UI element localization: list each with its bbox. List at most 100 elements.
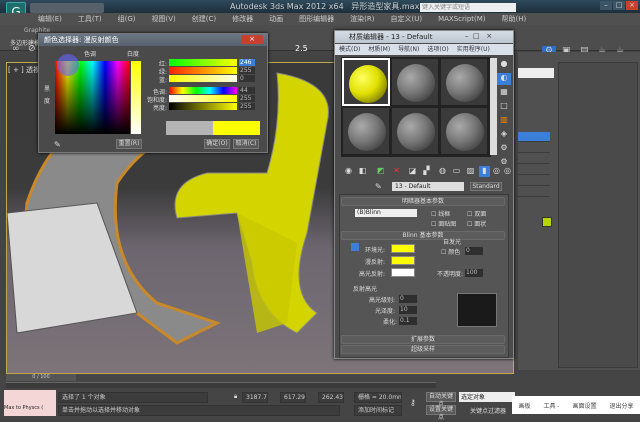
command-item[interactable] bbox=[518, 176, 550, 186]
shader-dropdown[interactable]: (B)Blinn bbox=[355, 209, 417, 217]
backlight-icon[interactable]: ◐ bbox=[497, 73, 511, 85]
blinn-basic-params-rollout[interactable]: Blinn 基本参数 bbox=[341, 231, 505, 240]
hue-slider[interactable] bbox=[169, 87, 237, 94]
soften-spinner[interactable]: 0.1 bbox=[399, 317, 417, 325]
command-item[interactable] bbox=[518, 187, 550, 197]
object-color-swatch[interactable] bbox=[542, 217, 552, 227]
supersampling-rollout[interactable]: 超级采样 bbox=[341, 345, 505, 354]
menu-graph-editors[interactable]: 图形编辑器 bbox=[291, 13, 342, 25]
time-slider[interactable]: 0 / 100 bbox=[6, 374, 76, 381]
sample-uv-tiling-icon[interactable]: □ bbox=[497, 101, 511, 113]
link-icon[interactable]: ∞ bbox=[12, 44, 24, 56]
ok-button[interactable]: 确定(O) bbox=[204, 139, 230, 149]
self-illum-color-checkbox[interactable]: ☐ 颜色 bbox=[441, 247, 460, 256]
auto-key-button[interactable]: 自动关键点 bbox=[426, 392, 456, 408]
tools-button[interactable]: 工具 - bbox=[543, 401, 559, 410]
menu-help[interactable]: 帮助(H) bbox=[494, 13, 535, 25]
opacity-spinner[interactable]: 100 bbox=[465, 269, 483, 277]
menu-material[interactable]: 材质(M) bbox=[364, 44, 394, 55]
menu-utilities[interactable]: 实用程序(U) bbox=[453, 44, 494, 55]
face-map-checkbox[interactable]: ☐ 面贴图 bbox=[431, 219, 456, 228]
close-button[interactable]: × bbox=[626, 1, 638, 10]
lock-selection-icon[interactable]: 🔒︎ bbox=[234, 393, 237, 401]
specular-color-swatch[interactable] bbox=[391, 268, 415, 277]
get-material-icon[interactable]: ◉ bbox=[343, 166, 354, 177]
menu-tools[interactable]: 工具(T) bbox=[70, 13, 110, 25]
command-item[interactable] bbox=[518, 154, 550, 164]
material-name-field[interactable]: 13 - Default bbox=[392, 182, 464, 191]
wire-checkbox[interactable]: ☐ 线框 bbox=[431, 209, 450, 218]
exit-share-button[interactable]: 退出分享 bbox=[610, 401, 634, 410]
command-item[interactable] bbox=[518, 165, 550, 175]
options-icon[interactable]: ⚙ bbox=[497, 143, 511, 155]
make-preview-icon[interactable]: ◈ bbox=[497, 129, 511, 141]
menu-create[interactable]: 创建(C) bbox=[184, 13, 224, 25]
eyedropper-icon[interactable]: ✎ bbox=[54, 140, 61, 149]
z-coordinate[interactable]: 262.437mm bbox=[318, 392, 344, 403]
material-id-icon[interactable]: ▭ bbox=[451, 166, 462, 177]
menu-customize[interactable]: 自定义(U) bbox=[382, 13, 430, 25]
sample-type-icon[interactable]: ● bbox=[497, 59, 511, 71]
set-key-button[interactable]: 设置关键点 bbox=[426, 405, 456, 421]
sample-slot[interactable] bbox=[391, 107, 439, 155]
video-color-check-icon[interactable]: ▥ bbox=[497, 115, 511, 127]
menu-modes[interactable]: 模式(D) bbox=[335, 44, 364, 55]
material-editor-window-buttons[interactable]: – □ × bbox=[465, 32, 492, 40]
show-map-icon[interactable]: ▨ bbox=[465, 166, 476, 177]
snap-toggle-button[interactable]: 2.5 bbox=[295, 44, 308, 56]
key-selection-dropdown[interactable]: 选定对象 bbox=[459, 392, 515, 402]
menu-group[interactable]: 组(G) bbox=[110, 13, 144, 25]
saturation-spinner[interactable]: 255 bbox=[239, 95, 255, 102]
menu-rendering[interactable]: 渲染(R) bbox=[342, 13, 382, 25]
maxscript-listener[interactable]: Max to Physcs ( bbox=[4, 390, 56, 416]
x-coordinate[interactable]: 3187.736m bbox=[242, 392, 268, 403]
material-type-button[interactable]: Standard bbox=[470, 182, 502, 191]
sample-slot-active[interactable] bbox=[342, 58, 390, 106]
sample-slot[interactable] bbox=[440, 58, 488, 106]
background-icon[interactable]: ▦ bbox=[497, 87, 511, 99]
red-slider[interactable] bbox=[169, 59, 237, 66]
command-item[interactable] bbox=[518, 132, 550, 142]
screen-settings-button[interactable]: 画面设置 bbox=[573, 401, 597, 410]
y-coordinate[interactable]: 617.297mm bbox=[280, 392, 306, 403]
saturation-slider[interactable] bbox=[169, 95, 237, 102]
go-forward-sibling-icon[interactable]: ◎ bbox=[502, 166, 513, 177]
menu-modifiers[interactable]: 修改器 bbox=[224, 13, 261, 25]
sample-slot-scrollbar[interactable] bbox=[490, 58, 497, 155]
search-input[interactable]: 键入关键字或短语 bbox=[420, 3, 516, 12]
menu-maxscript[interactable]: MAXScript(M) bbox=[430, 13, 493, 25]
red-spinner[interactable]: 246 bbox=[239, 59, 255, 66]
diffuse-color-swatch[interactable] bbox=[391, 256, 415, 265]
cancel-button[interactable]: 取消(C) bbox=[233, 139, 259, 149]
put-to-scene-icon[interactable]: ◧ bbox=[357, 166, 368, 177]
glossiness-spinner[interactable]: 10 bbox=[399, 306, 417, 314]
put-to-library-icon[interactable]: ◍ bbox=[437, 166, 448, 177]
reset-map-icon[interactable]: ✕ bbox=[391, 166, 402, 177]
shader-basic-params-rollout[interactable]: 明暗器基本参数 bbox=[341, 197, 505, 206]
key-icon[interactable]: ⚷ bbox=[410, 398, 416, 407]
whiteboard-button[interactable]: 画板 bbox=[518, 401, 530, 410]
green-slider[interactable] bbox=[169, 67, 237, 74]
add-time-tag-button[interactable]: 添加时间标记 bbox=[354, 405, 402, 416]
track-bar[interactable] bbox=[6, 382, 436, 388]
ambient-color-swatch[interactable] bbox=[391, 244, 415, 253]
pick-material-eyedropper-icon[interactable]: ✎ bbox=[375, 182, 382, 191]
menu-edit[interactable]: 编辑(E) bbox=[30, 13, 70, 25]
make-unique-icon[interactable]: ▞ bbox=[421, 166, 432, 177]
go-to-parent-icon[interactable]: ◎ bbox=[491, 166, 502, 177]
sample-slot[interactable] bbox=[440, 107, 488, 155]
assign-material-icon[interactable]: ◩ bbox=[375, 166, 386, 177]
value-slider[interactable] bbox=[169, 103, 237, 110]
show-end-result-icon[interactable]: ▮ bbox=[479, 166, 490, 177]
specular-level-spinner[interactable]: 0 bbox=[399, 295, 417, 303]
extended-params-rollout[interactable]: 扩展参数 bbox=[341, 335, 505, 344]
menu-animation[interactable]: 动画 bbox=[261, 13, 291, 25]
sample-slot[interactable] bbox=[342, 107, 390, 155]
lock-ambient-diffuse-icon[interactable] bbox=[351, 243, 359, 251]
blue-spinner[interactable]: 0 bbox=[239, 75, 255, 82]
menu-options[interactable]: 选项(O) bbox=[423, 44, 452, 55]
two-sided-checkbox[interactable]: ☐ 双面 bbox=[467, 209, 486, 218]
maximize-button[interactable]: □ bbox=[613, 1, 625, 10]
faceted-checkbox[interactable]: ☐ 面状 bbox=[467, 219, 486, 228]
minimize-button[interactable]: – bbox=[600, 1, 612, 10]
